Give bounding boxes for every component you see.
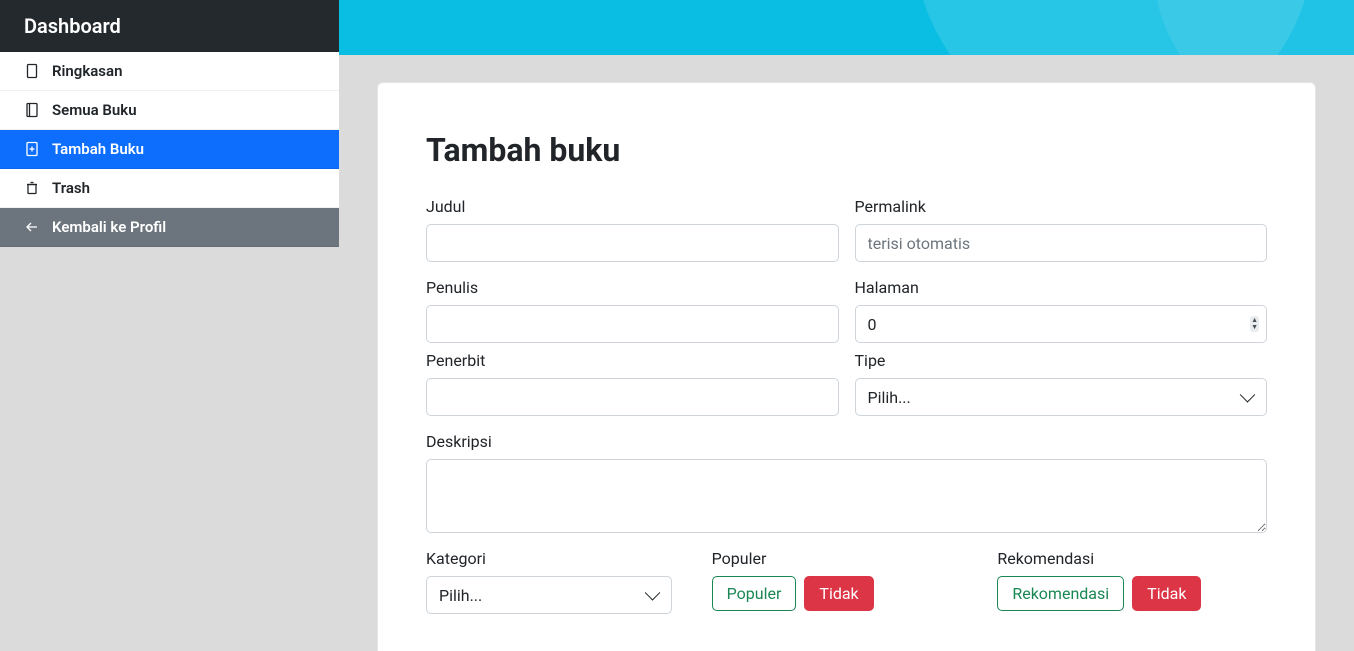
tipe-select[interactable] <box>855 378 1268 416</box>
page-title: Tambah buku <box>426 131 1267 169</box>
penulis-input[interactable] <box>426 305 839 343</box>
judul-label: Judul <box>426 197 839 216</box>
judul-input[interactable] <box>426 224 839 262</box>
main-content: Tambah buku Judul Permalink Penulis <box>339 55 1354 651</box>
penerbit-input[interactable] <box>426 378 839 416</box>
sidebar-item-kembali[interactable]: Kembali ke Profil <box>0 208 339 247</box>
sidebar-item-tambah-buku[interactable]: Tambah Buku <box>0 130 339 169</box>
sidebar-item-label: Kembali ke Profil <box>52 218 166 236</box>
populer-yes-button[interactable]: Populer <box>712 576 797 611</box>
plus-file-icon <box>24 141 40 157</box>
sidebar-item-ringkasan[interactable]: Ringkasan <box>0 52 339 91</box>
halaman-label: Halaman <box>855 278 1268 297</box>
permalink-label: Permalink <box>855 197 1268 216</box>
header-banner <box>339 0 1354 55</box>
permalink-input[interactable] <box>855 224 1268 262</box>
penerbit-label: Penerbit <box>426 351 839 370</box>
kategori-label: Kategori <box>426 549 696 568</box>
rekomendasi-yes-button[interactable]: Rekomendasi <box>997 576 1124 611</box>
populer-no-button[interactable]: Tidak <box>804 576 873 611</box>
arrow-left-icon <box>24 219 40 235</box>
sidebar-item-label: Trash <box>52 179 90 197</box>
sidebar: Dashboard Ringkasan Semua Buku Tambah Bu… <box>0 0 339 651</box>
sidebar-item-semua-buku[interactable]: Semua Buku <box>0 91 339 130</box>
kategori-select[interactable] <box>426 576 672 614</box>
sidebar-item-trash[interactable]: Trash <box>0 169 339 208</box>
sidebar-nav: Ringkasan Semua Buku Tambah Buku Trash <box>0 52 339 247</box>
rekomendasi-label: Rekomendasi <box>997 549 1267 568</box>
sidebar-title: Dashboard <box>0 0 339 52</box>
tipe-label: Tipe <box>855 351 1268 370</box>
trash-icon <box>24 180 40 196</box>
halaman-input[interactable] <box>855 305 1268 343</box>
penulis-label: Penulis <box>426 278 839 297</box>
form-card: Tambah buku Judul Permalink Penulis <box>377 82 1316 651</box>
file-icon <box>24 63 40 79</box>
populer-label: Populer <box>712 549 982 568</box>
deskripsi-textarea[interactable] <box>426 459 1267 533</box>
sidebar-item-label: Semua Buku <box>52 101 137 119</box>
sidebar-item-label: Tambah Buku <box>52 140 144 158</box>
book-icon <box>24 102 40 118</box>
rekomendasi-no-button[interactable]: Tidak <box>1132 576 1201 611</box>
sidebar-item-label: Ringkasan <box>52 62 122 80</box>
deskripsi-label: Deskripsi <box>426 432 1267 451</box>
